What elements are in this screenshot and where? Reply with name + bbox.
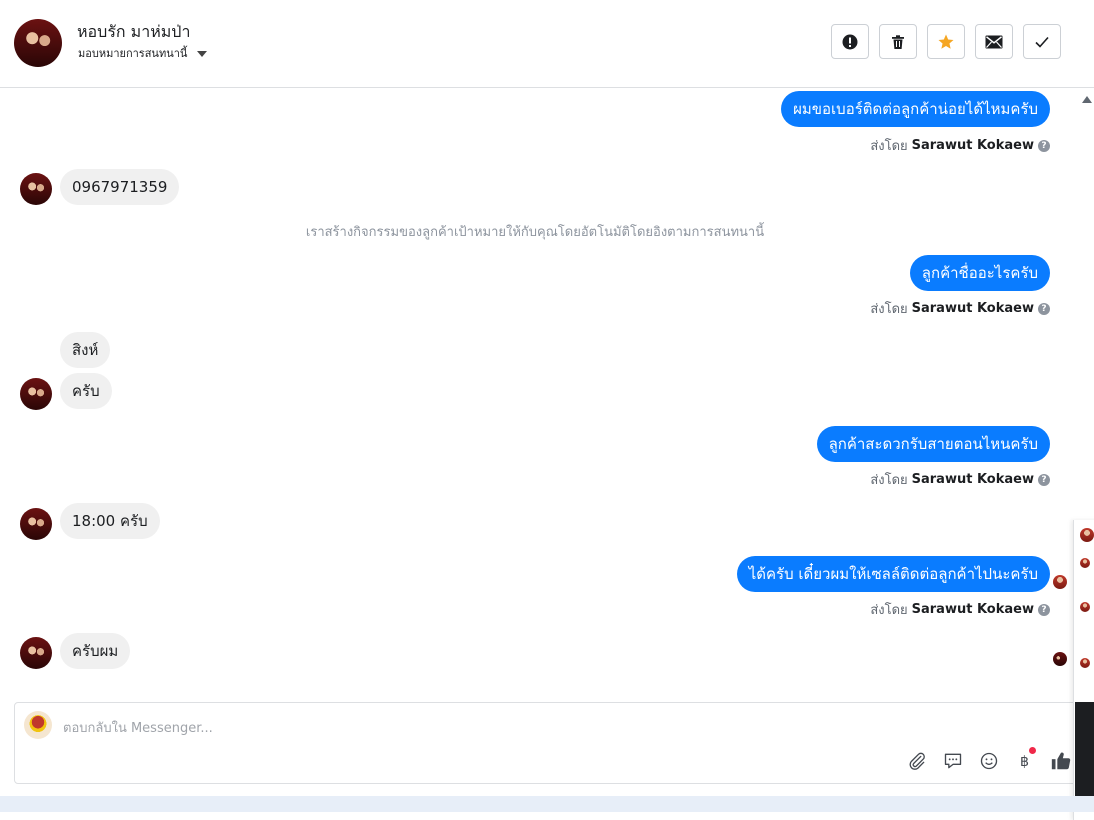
payment-button[interactable]: ฿ (1013, 747, 1037, 773)
star-button[interactable] (927, 24, 965, 59)
speech-bubble-icon (944, 753, 962, 769)
mark-unread-button[interactable] (975, 24, 1013, 59)
contact-avatar-small (20, 173, 52, 205)
paperclip-icon (909, 752, 925, 770)
conversation-header: หอบรัก มาห่มป่า มอบหมายการสนทนานี้ (0, 0, 1094, 88)
scroll-up-arrow-icon[interactable] (1082, 96, 1092, 103)
help-icon[interactable]: ? (1038, 603, 1050, 616)
page-avatar (24, 711, 52, 739)
assign-label: มอบหมายการสนทนานี้ (78, 47, 188, 60)
agent-name: Sarawut Kokaew (911, 301, 1034, 316)
sent-by-label: ส่งโดย Sarawut Kokaew ? (870, 599, 1050, 620)
star-icon (938, 34, 954, 49)
sent-by-label: ส่งโดย Sarawut Kokaew ? (870, 298, 1050, 319)
incoming-message[interactable]: ครับผม (60, 633, 131, 669)
composer-toolbar: ฿ (905, 747, 1073, 773)
baht-icon: ฿ (1020, 754, 1029, 770)
agent-name: Sarawut Kokaew (911, 138, 1034, 153)
mark-spam-button[interactable] (831, 24, 869, 59)
sent-by-prefix: ส่งโดย (870, 302, 908, 317)
smiley-icon (980, 752, 998, 770)
sent-by-label: ส่งโดย Sarawut Kokaew ? (870, 135, 1050, 156)
help-icon[interactable]: ? (1038, 302, 1050, 315)
notification-dot (1029, 747, 1036, 754)
reply-input[interactable]: ตอบกลับใน Messenger... (63, 717, 213, 738)
delete-button[interactable] (879, 24, 917, 59)
mark-done-button[interactable] (1023, 24, 1061, 59)
thumbs-up-icon (1051, 752, 1071, 770)
sent-by-prefix: ส่งโดย (870, 139, 908, 154)
envelope-icon (985, 35, 1003, 48)
exclamation-icon (842, 34, 858, 49)
contact-avatar-small (20, 637, 52, 669)
trash-icon (892, 34, 904, 49)
agent-name: Sarawut Kokaew (911, 472, 1034, 487)
incoming-message[interactable]: สิงห์ (60, 332, 111, 368)
attach-button[interactable] (905, 749, 929, 773)
like-button[interactable] (1049, 749, 1073, 773)
help-icon[interactable]: ? (1038, 139, 1050, 152)
seen-avatar (1053, 652, 1067, 666)
chat-head-avatar[interactable] (1080, 602, 1090, 612)
check-icon (1035, 36, 1049, 48)
outgoing-message[interactable]: ลูกค้าชื่ออะไรครับ (909, 255, 1050, 291)
chat-head-avatar[interactable] (1080, 658, 1090, 668)
caret-down-icon (197, 51, 208, 57)
contact-avatar-small (20, 508, 52, 540)
assign-dropdown[interactable]: มอบหมายการสนทนานี้ (78, 44, 208, 62)
help-icon[interactable]: ? (1038, 473, 1050, 486)
contact-avatar[interactable] (14, 19, 62, 67)
reply-composer[interactable]: ตอบกลับใน Messenger... ฿ (14, 702, 1086, 784)
chat-head-avatar[interactable] (1080, 528, 1094, 542)
emoji-button[interactable] (977, 749, 1001, 773)
incoming-message[interactable]: ครับ (60, 373, 112, 409)
system-note: เราสร้างกิจกรรมของลูกค้าเป้าหมายให้กับคุ… (305, 225, 765, 240)
saved-replies-button[interactable] (941, 749, 965, 773)
seen-avatar (1053, 575, 1067, 589)
sent-by-prefix: ส่งโดย (870, 603, 908, 618)
sent-by-prefix: ส่งโดย (870, 473, 908, 488)
agent-name: Sarawut Kokaew (911, 602, 1034, 617)
sent-by-label: ส่งโดย Sarawut Kokaew ? (870, 469, 1050, 490)
chat-head-avatar[interactable] (1080, 558, 1090, 568)
incoming-message[interactable]: 18:00 ครับ (60, 503, 160, 539)
svg-text:฿: ฿ (1020, 754, 1029, 770)
page-footer-strip (0, 796, 1094, 812)
outgoing-message[interactable]: ผมขอเบอร์ติดต่อลูกค้าน่อยได้ไหมครับ (781, 91, 1050, 127)
outgoing-message[interactable]: ลูกค้าสะดวกรับสายตอนไหนครับ (816, 426, 1050, 462)
contact-avatar-small (20, 378, 52, 410)
contact-name[interactable]: หอบรัก มาห่มป่า (77, 20, 190, 45)
incoming-message[interactable]: 0967971359 (60, 169, 180, 205)
outgoing-message[interactable]: ได้ครับ เดี๋ยวผมให้เซลล์ติดต่อลูกค้าไปนะ… (736, 556, 1050, 592)
